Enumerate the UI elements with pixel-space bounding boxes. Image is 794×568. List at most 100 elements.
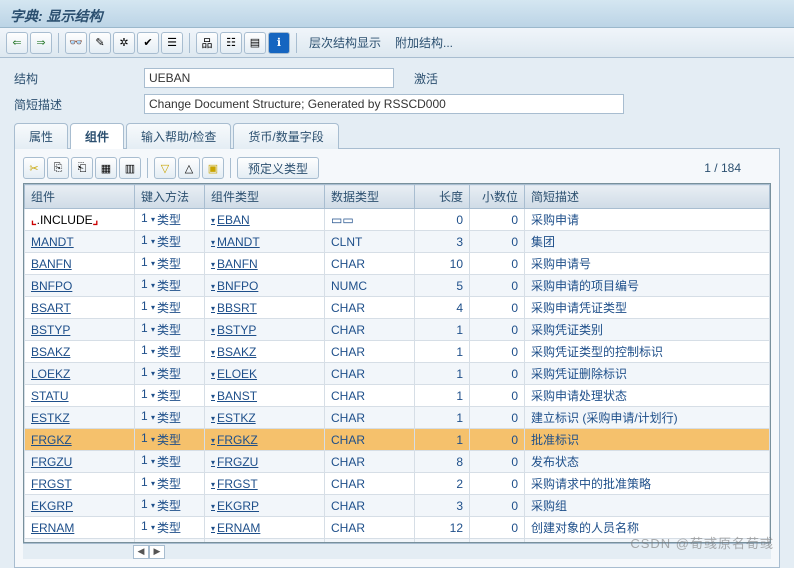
col-datatype[interactable]: 数据类型 (325, 185, 415, 209)
col-comptype[interactable]: 组件类型 (205, 185, 325, 209)
cell-comptype[interactable]: ESTKZ (205, 407, 325, 429)
cell-comptype[interactable]: MANDT (205, 231, 325, 253)
info-icon[interactable]: ℹ (268, 32, 290, 54)
cell-comptype[interactable]: BBSRT (205, 297, 325, 319)
cell-comptype[interactable]: EKGRP (205, 495, 325, 517)
graphic-icon[interactable]: ☷ (220, 32, 242, 54)
cell-component[interactable]: FRGST (25, 473, 135, 495)
table-row[interactable]: FRGKZ1 类型FRGKZCHAR10批准标识 (25, 429, 770, 451)
table-row[interactable]: BSART1 类型BBSRTCHAR40采购申请凭证类型 (25, 297, 770, 319)
cell-typing[interactable]: 1 类型 (135, 363, 205, 385)
hierarchy-display-button[interactable]: 层次结构显示 (303, 34, 387, 51)
cell-datatype: CHAR (325, 407, 415, 429)
shortdesc-input[interactable] (144, 94, 624, 114)
cell-typing[interactable]: 1 类型 (135, 209, 205, 231)
glasses-icon[interactable]: 👓 (65, 32, 87, 54)
cell-comptype[interactable]: BSTYP (205, 319, 325, 341)
cell-typing[interactable]: 1 类型 (135, 253, 205, 275)
scroll-right-icon[interactable]: ▶ (149, 545, 165, 559)
cell-length: 4 (415, 297, 470, 319)
hierarchy-icon[interactable]: 品 (196, 32, 218, 54)
table-row[interactable]: BSAKZ1 类型BSAKZCHAR10采购凭证类型的控制标识 (25, 341, 770, 363)
cell-comptype[interactable]: FRGST (205, 473, 325, 495)
table-row[interactable]: EKGRP1 类型EKGRPCHAR30采购组 (25, 495, 770, 517)
cell-typing[interactable]: 1 类型 (135, 473, 205, 495)
filter-icon[interactable]: ▽ (154, 157, 176, 179)
table-row[interactable]: BANFN1 类型BANFNCHAR100采购申请号 (25, 253, 770, 275)
cell-component[interactable]: BSAKZ (25, 341, 135, 363)
cell-component[interactable]: STATU (25, 385, 135, 407)
table-row[interactable]: MANDT1 类型MANDTCLNT30集团 (25, 231, 770, 253)
back-icon[interactable]: ⇐ (6, 32, 28, 54)
col-decimals[interactable]: 小数位 (470, 185, 525, 209)
col-length[interactable]: 长度 (415, 185, 470, 209)
cell-typing[interactable]: 1 类型 (135, 341, 205, 363)
cell-typing[interactable]: 1 类型 (135, 495, 205, 517)
cell-component[interactable]: ⌞.INCLUDE⌟ (25, 209, 135, 231)
tab-currency-qty[interactable]: 货币/数量字段 (233, 123, 338, 149)
table-row[interactable]: FRGST1 类型FRGSTCHAR20采购请求中的批准策略 (25, 473, 770, 495)
copy-icon[interactable]: ⎘ (47, 157, 69, 179)
cell-comptype[interactable]: BSAKZ (205, 341, 325, 363)
sort-icon[interactable]: ☰ (161, 32, 183, 54)
cell-typing[interactable]: 1 类型 (135, 275, 205, 297)
cell-typing[interactable]: 1 类型 (135, 451, 205, 473)
cell-component[interactable]: ERNAM (25, 517, 135, 539)
cell-comptype[interactable]: ERNAM (205, 517, 325, 539)
table-row[interactable]: STATU1 类型BANSTCHAR10采购申请处理状态 (25, 385, 770, 407)
tab-components[interactable]: 组件 (70, 123, 124, 149)
cell-desc: 采购申请处理状态 (525, 385, 770, 407)
col-component[interactable]: 组件 (25, 185, 135, 209)
cell-component[interactable]: FRGKZ (25, 429, 135, 451)
cell-component[interactable]: EKGRP (25, 495, 135, 517)
cell-component[interactable]: BSTYP (25, 319, 135, 341)
table-row[interactable]: ⌞.INCLUDE⌟1 类型EBAN▭▭00采购申请 (25, 209, 770, 231)
cell-component[interactable]: BNFPO (25, 275, 135, 297)
cell-typing[interactable]: 1 类型 (135, 429, 205, 451)
paste-icon[interactable]: ⎗ (71, 157, 93, 179)
cell-typing[interactable]: 1 类型 (135, 319, 205, 341)
wand-icon[interactable]: ✎ (89, 32, 111, 54)
cell-component[interactable]: MANDT (25, 231, 135, 253)
col-shortdesc[interactable]: 简短描述 (525, 185, 770, 209)
component-grid[interactable]: 组件 键入方法 组件类型 数据类型 长度 小数位 简短描述 ⌞.INCLUDE⌟… (23, 183, 771, 543)
table-row[interactable]: ESTKZ1 类型ESTKZCHAR10建立标识 (采购申请/计划行) (25, 407, 770, 429)
delete-row-icon[interactable]: ▥ (119, 157, 141, 179)
predefined-type-button[interactable]: 预定义类型 (237, 157, 319, 179)
cell-typing[interactable]: 1 类型 (135, 297, 205, 319)
doc-icon[interactable]: ▤ (244, 32, 266, 54)
cell-comptype[interactable]: EBAN (205, 209, 325, 231)
tab-attributes[interactable]: 属性 (14, 123, 68, 149)
col-typing[interactable]: 键入方法 (135, 185, 205, 209)
table-row[interactable]: FRGZU1 类型FRGZUCHAR80发布状态 (25, 451, 770, 473)
cell-comptype[interactable]: FRGZU (205, 451, 325, 473)
scroll-left-icon[interactable]: ◀ (133, 545, 149, 559)
expand-icon[interactable]: ▣ (202, 157, 224, 179)
cell-component[interactable]: FRGZU (25, 451, 135, 473)
structure-input[interactable] (144, 68, 394, 88)
forward-icon[interactable]: ⇒ (30, 32, 52, 54)
cell-typing[interactable]: 1 类型 (135, 517, 205, 539)
cell-component[interactable]: LOEKZ (25, 363, 135, 385)
table-row[interactable]: LOEKZ1 类型ELOEKCHAR10采购凭证删除标识 (25, 363, 770, 385)
cell-component[interactable]: BSART (25, 297, 135, 319)
table-row[interactable]: BSTYP1 类型BSTYPCHAR10采购凭证类别 (25, 319, 770, 341)
table-row[interactable]: BNFPO1 类型BNFPONUMC50采购申请的项目编号 (25, 275, 770, 297)
cell-component[interactable]: ESTKZ (25, 407, 135, 429)
cell-comptype[interactable]: BANFN (205, 253, 325, 275)
cell-comptype[interactable]: BANST (205, 385, 325, 407)
cell-typing[interactable]: 1 类型 (135, 385, 205, 407)
cell-typing[interactable]: 1 类型 (135, 231, 205, 253)
sort-asc-icon[interactable]: △ (178, 157, 200, 179)
cell-comptype[interactable]: FRGKZ (205, 429, 325, 451)
cell-comptype[interactable]: ELOEK (205, 363, 325, 385)
cell-comptype[interactable]: BNFPO (205, 275, 325, 297)
cell-typing[interactable]: 1 类型 (135, 407, 205, 429)
cell-component[interactable]: BANFN (25, 253, 135, 275)
append-structure-button[interactable]: 附加结构... (389, 34, 459, 51)
tab-input-help[interactable]: 输入帮助/检查 (126, 123, 231, 149)
cut-icon[interactable]: ✂ (23, 157, 45, 179)
insert-row-icon[interactable]: ▦ (95, 157, 117, 179)
check-icon[interactable]: ✔ (137, 32, 159, 54)
activate-icon[interactable]: ✲ (113, 32, 135, 54)
